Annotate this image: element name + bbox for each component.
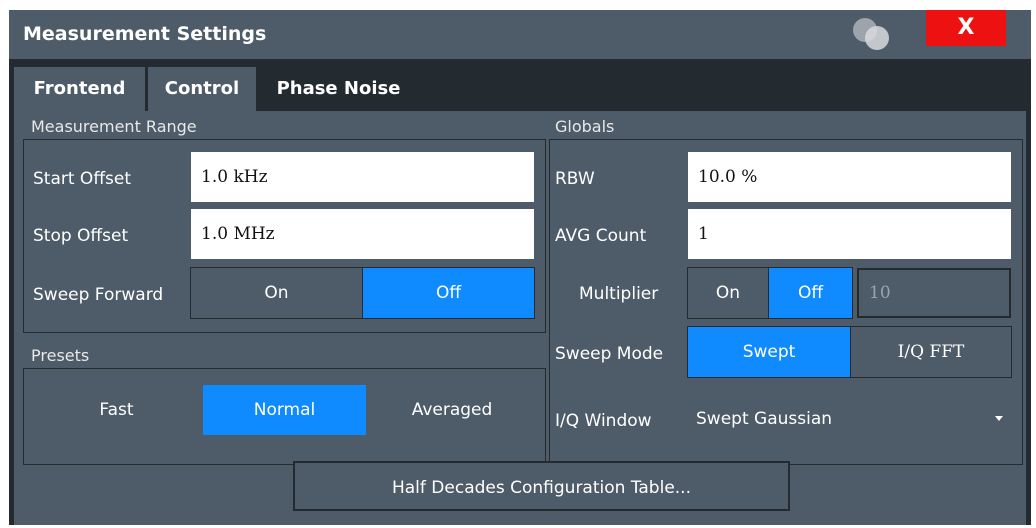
tab-phase-noise[interactable]: Phase Noise (259, 67, 418, 111)
tab-frontend[interactable]: Frontend (14, 67, 145, 111)
iq-window-dropdown[interactable]: Swept Gaussian (688, 394, 1011, 444)
iq-window-label: I/Q Window (555, 411, 652, 431)
sweep-forward-label: Sweep Forward (33, 285, 164, 305)
transparency-icon[interactable] (847, 13, 897, 53)
measurement-range-title: Measurement Range (31, 117, 197, 136)
measurement-settings-dialog: Measurement Settings X Frontend Control … (9, 10, 1031, 525)
dialog-title: Measurement Settings (23, 23, 267, 45)
multiplier-off-button[interactable]: Off (769, 268, 852, 318)
preset-fast-button[interactable]: Fast (35, 385, 198, 435)
sweep-mode-swept-button[interactable]: Swept (688, 327, 850, 377)
rbw-label: RBW (555, 169, 595, 189)
sweep-forward-off-button[interactable]: Off (363, 268, 534, 318)
preset-normal-button[interactable]: Normal (203, 385, 366, 435)
dropdown-arrow-icon (995, 416, 1003, 421)
sweep-mode-label: Sweep Mode (555, 344, 664, 364)
presets-title: Presets (31, 346, 90, 365)
sweep-forward-on-button[interactable]: On (191, 268, 362, 318)
preset-averaged-button[interactable]: Averaged (371, 385, 533, 435)
avg-count-label: AVG Count (555, 226, 647, 246)
globals-title: Globals (555, 117, 615, 136)
multiplier-label: Multiplier (579, 284, 659, 304)
multiplier-on-button[interactable]: On (688, 268, 768, 318)
phase-noise-panel: Measurement Range Start Offset 1.0 kHz S… (14, 111, 1026, 525)
multiplier-value-field: 10 (857, 268, 1011, 318)
start-offset-label: Start Offset (33, 169, 132, 189)
title-bar[interactable]: Measurement Settings X (9, 10, 1031, 59)
sweep-mode-iq-fft-button[interactable]: I/Q FFT (851, 327, 1011, 377)
tab-control[interactable]: Control (148, 67, 256, 111)
rbw-field[interactable]: 10.0 % (688, 152, 1011, 202)
avg-count-field[interactable]: 1 (688, 209, 1011, 259)
close-button[interactable]: X (926, 10, 1006, 46)
iq-window-value: Swept Gaussian (696, 409, 833, 429)
half-decades-config-button[interactable]: Half Decades Configuration Table... (293, 461, 790, 511)
stop-offset-field[interactable]: 1.0 MHz (191, 209, 534, 259)
stop-offset-label: Stop Offset (33, 226, 129, 246)
start-offset-field[interactable]: 1.0 kHz (191, 152, 534, 202)
